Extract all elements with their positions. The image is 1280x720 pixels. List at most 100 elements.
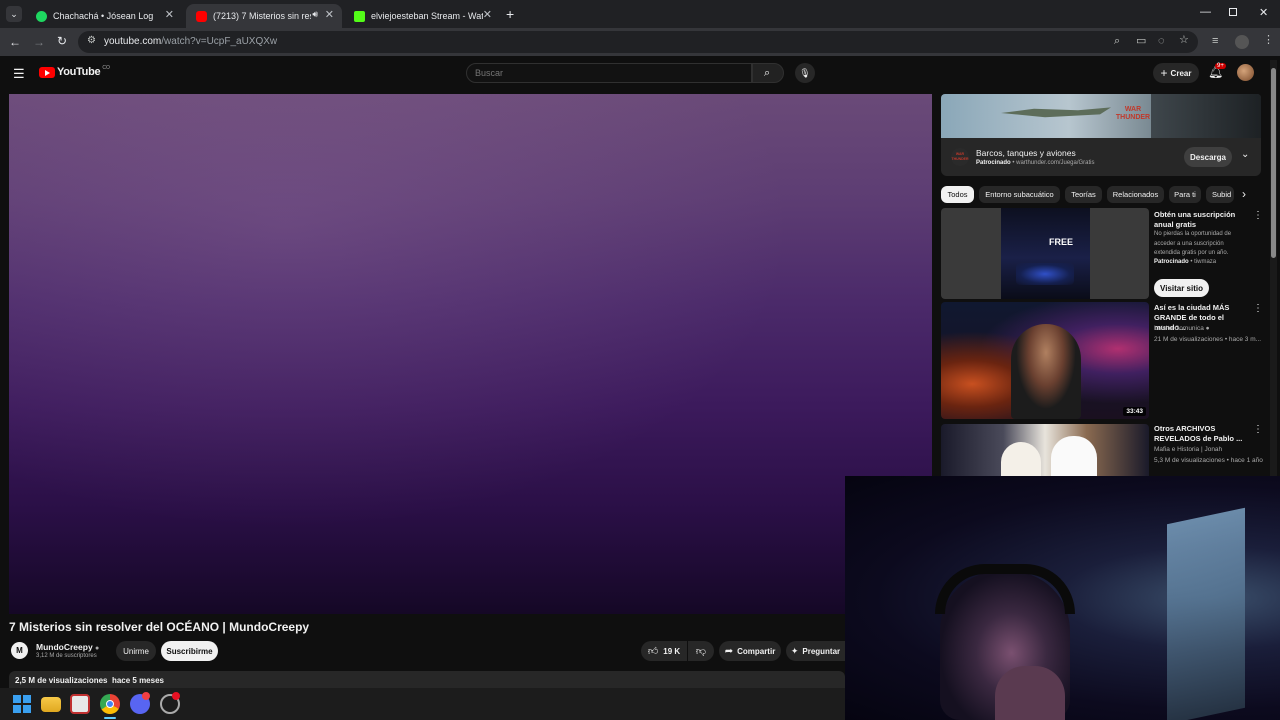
country-code: CO <box>102 64 110 71</box>
youtube-favicon-icon <box>196 10 207 22</box>
settings-badge <box>172 692 180 700</box>
rec-sponsored: Patrocinado <box>1154 259 1189 265</box>
thumb-figure-2 <box>1051 436 1097 476</box>
more-options-icon[interactable]: ⋮ <box>1253 210 1263 221</box>
visit-site-button[interactable]: Visitar sitio <box>1154 279 1209 297</box>
rec-thumbnail[interactable]: 33:43 <box>941 302 1149 419</box>
youtube-wordmark: YouTube <box>57 66 101 78</box>
video-player[interactable] <box>9 94 932 614</box>
rec-sponsored-line: Patrocinado • tiwmaza <box>1154 259 1217 265</box>
join-button[interactable]: Unirme <box>116 641 156 661</box>
media-controls-icon[interactable]: ≡ <box>1212 36 1218 47</box>
view-count: 2,5 M de visualizaciones hace 5 meses <box>15 676 164 685</box>
profile-avatar[interactable] <box>1235 35 1249 49</box>
kick-icon <box>354 10 365 22</box>
chip-entorno-subacuatico[interactable]: Entorno subacuático <box>979 186 1060 203</box>
more-options-icon[interactable]: ⋮ <box>1253 303 1263 314</box>
share-icon: ➦ <box>724 645 734 657</box>
video-title: 7 Misterios sin resolver del OCÉANO | Mu… <box>9 620 310 634</box>
webcam-hand <box>995 666 1065 720</box>
ad-advertiser-logo[interactable]: WAR THUNDER <box>951 148 969 166</box>
close-window-button[interactable]: ✕ <box>1259 6 1268 19</box>
ad-title[interactable]: Barcos, tanques y aviones <box>976 148 1076 158</box>
more-options-icon[interactable]: ⋮ <box>1253 424 1263 435</box>
upload-age: hace 5 meses <box>111 676 164 685</box>
chip-todos[interactable]: Todos <box>941 186 974 203</box>
channel-avatar[interactable]: M <box>11 642 28 659</box>
file-explorer-icon[interactable] <box>41 697 61 712</box>
dislike-button[interactable]: 👎︎ <box>688 641 714 661</box>
new-tab-button[interactable]: + <box>506 6 514 22</box>
voice-search-button[interactable]: 🎙︎ <box>795 63 815 83</box>
ad-banner-image[interactable]: WAR THUNDER <box>941 94 1261 138</box>
description-box[interactable]: 2,5 M de visualizaciones hace 5 meses <box>9 671 845 689</box>
thumb-person <box>1011 324 1081 419</box>
minimize-button[interactable]: — <box>1200 6 1211 18</box>
speaker-icon[interactable]: 🔊︎ <box>312 9 318 20</box>
create-button[interactable]: + Crear <box>1153 63 1199 83</box>
tab-close-icon[interactable]: ✕ <box>325 8 334 21</box>
tab-close-icon[interactable]: ✕ <box>483 8 492 21</box>
create-label: Crear <box>1170 68 1192 78</box>
url-path: /watch?v=UcpF_aUXQXw <box>161 36 278 47</box>
browser-menu-icon[interactable]: ⋮ <box>1263 35 1274 46</box>
youtube-header: ☰ YouTube CO ⌕ 🎙︎ + Crear 🔔︎ 9+ <box>0 57 1268 90</box>
search-icon: ⌕ <box>764 67 771 79</box>
scrollbar-thumb[interactable] <box>1271 68 1276 258</box>
chip-teorias[interactable]: Teorías <box>1065 186 1102 203</box>
chip-subidos[interactable]: Subid <box>1206 186 1234 203</box>
url-text[interactable]: youtube.com/watch?v=UcpF_aUXQXw <box>104 36 277 47</box>
ad-download-button[interactable]: Descarga <box>1184 147 1232 167</box>
account-avatar[interactable] <box>1237 64 1254 81</box>
chips-next-chevron-icon[interactable]: › <box>1242 187 1246 201</box>
subscribe-button[interactable]: Suscribirme <box>161 641 218 661</box>
tab-search-button[interactable]: ⌄ <box>6 6 22 22</box>
channel-name[interactable]: MundoCreepy ● <box>36 642 99 652</box>
rec-thumbnail[interactable] <box>941 424 1149 476</box>
chrome-icon[interactable] <box>100 694 120 714</box>
site-info-icon[interactable]: ⚙ <box>87 36 96 46</box>
rec-title[interactable]: Obtén una suscripción anual gratis <box>1154 210 1254 230</box>
restore-button[interactable] <box>1229 8 1237 16</box>
cast-icon[interactable]: ▭ <box>1136 36 1146 47</box>
banner-wordmark: WAR THUNDER <box>1115 106 1151 121</box>
ad-info-row: WAR THUNDER Barcos, tanques y aviones Pa… <box>941 138 1261 176</box>
ask-button[interactable]: ✦ Preguntar <box>786 641 845 661</box>
tab-close-icon[interactable]: ✕ <box>165 8 174 21</box>
zoom-icon[interactable]: ⌕ <box>1114 36 1120 47</box>
chip-para-ti[interactable]: Para ti <box>1169 186 1201 203</box>
youtube-logo[interactable]: YouTube CO <box>39 64 110 78</box>
like-button[interactable]: 👍︎ 19 K <box>641 641 687 661</box>
forward-icon[interactable]: → <box>33 36 45 48</box>
webcam-overlay <box>845 476 1280 720</box>
hamburger-menu-icon[interactable]: ☰ <box>13 66 25 82</box>
rec-meta: 5,3 M de visualizaciones • hace 1 año <box>1154 457 1263 464</box>
rec-channel[interactable]: Mafia e Historia | Jonah <box>1154 446 1222 453</box>
bookmark-star-icon[interactable]: ☆ <box>1179 35 1189 46</box>
tab-youtube-video[interactable]: (7213) 7 Misterios sin resolv 🔊︎ ✕ <box>186 4 342 28</box>
reload-icon[interactable]: ↻ <box>57 35 67 47</box>
youtube-play-icon <box>39 66 55 78</box>
rec-thumbnail-sponsored[interactable]: FREE <box>941 208 1149 299</box>
share-button[interactable]: ➦ Compartir <box>719 641 781 661</box>
chip-relacionados[interactable]: Relacionados <box>1107 186 1164 203</box>
photos-app-icon[interactable] <box>70 694 90 714</box>
rec-channel[interactable]: Luisito Comunica ● <box>1154 325 1210 332</box>
thumb-free-text: FREE <box>1049 237 1074 247</box>
search-input[interactable] <box>467 64 751 82</box>
ad-meta: Patrocinado • warthunder.com/Juega/Grati… <box>976 160 1095 166</box>
tab-chachacha[interactable]: Chachachá • Jósean Log ✕ <box>26 4 182 28</box>
eye-slash-icon[interactable]: ◌ <box>1158 36 1165 47</box>
ask-label: Preguntar <box>802 646 841 656</box>
tab-title: elviejoesteban Stream - Watch <box>371 11 483 21</box>
page-scrollbar[interactable] <box>1270 60 1277 476</box>
browser-toolbar: ← → ↻ ⚙ youtube.com/watch?v=UcpF_aUXQXw … <box>0 28 1280 56</box>
address-bar[interactable]: ⚙ youtube.com/watch?v=UcpF_aUXQXw ⌕ ▭ ◌ … <box>78 31 1198 53</box>
tab-kick-stream[interactable]: elviejoesteban Stream - Watch ✕ <box>344 4 500 28</box>
chevron-down-icon[interactable]: ⌄ <box>1241 149 1249 160</box>
notification-badge: 9+ <box>1215 63 1226 69</box>
search-button[interactable]: ⌕ <box>752 63 784 83</box>
windows-start-icon[interactable] <box>12 694 32 714</box>
rec-title[interactable]: Otros ARCHIVOS REVELADOS de Pablo ... <box>1154 424 1254 444</box>
back-icon[interactable]: ← <box>9 36 21 48</box>
